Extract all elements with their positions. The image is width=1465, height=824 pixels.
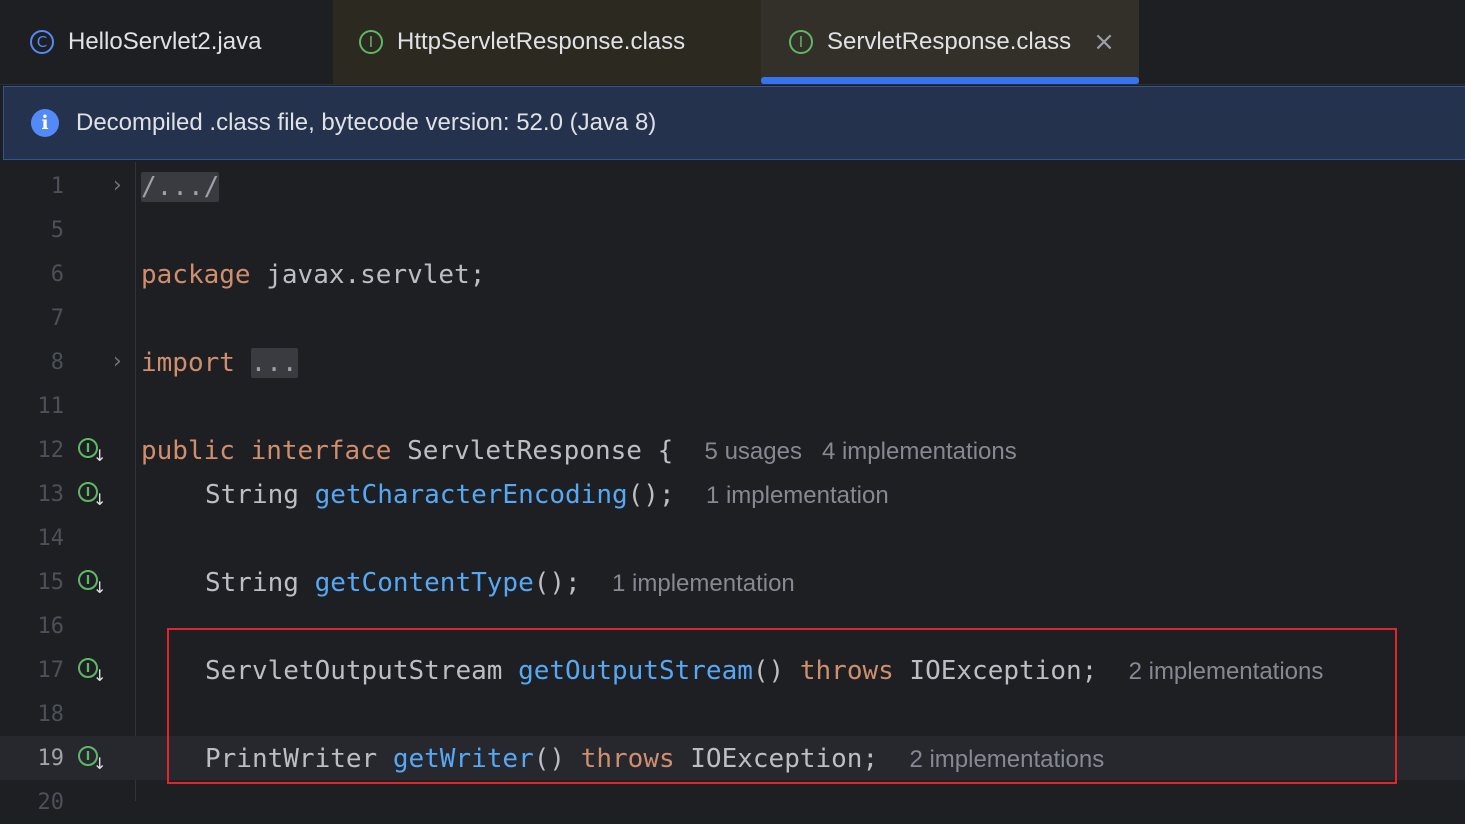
implementations-inlay-hint[interactable]: 1 implementation bbox=[612, 570, 795, 597]
line-number: 17 bbox=[37, 658, 65, 683]
line-number: 18 bbox=[37, 702, 65, 727]
code-line[interactable]: 5 bbox=[0, 208, 1465, 252]
active-tab-indicator bbox=[761, 77, 1139, 84]
editor-tab-bar: C HelloServlet2.java I HttpServletRespon… bbox=[0, 0, 1465, 85]
tab-label: HelloServlet2.java bbox=[68, 28, 262, 55]
code-line[interactable]: 11 bbox=[0, 384, 1465, 428]
keyword: public bbox=[141, 436, 235, 466]
line-number: 14 bbox=[37, 526, 65, 551]
type-name: String bbox=[205, 568, 315, 598]
interface-icon: I bbox=[359, 30, 383, 54]
close-tab-icon[interactable]: × bbox=[1093, 29, 1115, 55]
keyword: package bbox=[141, 260, 251, 290]
folded-region[interactable]: /.../ bbox=[141, 172, 220, 202]
line-number: 8 bbox=[50, 350, 64, 375]
code-line[interactable]: 13 I ↓ String getCharacterEncoding(); 1 i… bbox=[0, 472, 1465, 516]
folded-region[interactable]: ... bbox=[250, 348, 298, 378]
tab-label: HttpServletResponse.class bbox=[397, 28, 686, 55]
line-number: 11 bbox=[37, 394, 65, 419]
code-line[interactable]: 6 package javax.servlet; bbox=[0, 252, 1465, 296]
code-editor[interactable]: 1 › /.../ 5 6 package javax.servlet; 7 8… bbox=[0, 162, 1465, 815]
method-name: getContentType bbox=[314, 568, 534, 598]
implemented-method-gutter-icon[interactable]: I ↓ bbox=[78, 658, 106, 685]
implemented-method-gutter-icon[interactable]: I ↓ bbox=[78, 570, 106, 597]
tab-label: ServletResponse.class bbox=[827, 28, 1072, 55]
tab-helloservlet2-java[interactable]: C HelloServlet2.java bbox=[0, 0, 333, 84]
code-line[interactable]: 7 bbox=[0, 296, 1465, 340]
type-name: String bbox=[205, 480, 315, 510]
line-number: 5 bbox=[50, 218, 64, 243]
code-text: ServletResponse { bbox=[391, 436, 674, 466]
line-number: 1 bbox=[50, 174, 64, 199]
implemented-interface-gutter-icon[interactable]: I ↓ bbox=[78, 438, 106, 465]
code-line[interactable]: 14 bbox=[0, 516, 1465, 560]
keyword: interface bbox=[250, 436, 392, 466]
line-number: 12 bbox=[37, 438, 65, 463]
line-number: 15 bbox=[37, 570, 65, 595]
fold-chevron-icon[interactable]: › bbox=[113, 173, 122, 198]
tab-servletresponse-class[interactable]: I ServletResponse.class × bbox=[761, 0, 1139, 84]
tab-httpservletresponse-class[interactable]: I HttpServletResponse.class bbox=[333, 0, 761, 84]
banner-message: Decompiled .class file, bytecode version… bbox=[76, 109, 657, 136]
implemented-method-gutter-icon[interactable]: I ↓ bbox=[78, 746, 106, 773]
implementations-inlay-hint[interactable]: 1 implementation bbox=[706, 482, 889, 509]
class-icon: C bbox=[30, 30, 54, 54]
line-number: 6 bbox=[50, 262, 64, 287]
code-text: (); bbox=[533, 568, 581, 598]
usages-inlay-hint[interactable]: 5 usages 4 implementations bbox=[705, 438, 1017, 465]
decompiled-info-banner: i Decompiled .class file, bytecode versi… bbox=[3, 86, 1465, 160]
line-number: 7 bbox=[50, 306, 64, 331]
code-line[interactable]: 8 › import ... bbox=[0, 340, 1465, 384]
code-line[interactable]: 15 I ↓ String getContentType(); 1 impleme… bbox=[0, 560, 1465, 604]
line-number: 16 bbox=[37, 614, 65, 639]
fold-chevron-icon[interactable]: › bbox=[113, 349, 122, 374]
line-number: 13 bbox=[37, 482, 65, 507]
code-text: javax.servlet; bbox=[250, 260, 486, 290]
code-line[interactable]: 20 bbox=[0, 780, 1465, 824]
info-icon: i bbox=[31, 109, 59, 137]
keyword: import bbox=[141, 348, 235, 378]
line-number: 19 bbox=[37, 746, 65, 771]
line-number: 20 bbox=[37, 790, 65, 815]
method-name: getCharacterEncoding bbox=[314, 480, 628, 510]
implemented-method-gutter-icon[interactable]: I ↓ bbox=[78, 482, 106, 509]
red-highlight-annotation bbox=[167, 628, 1397, 784]
code-text: (); bbox=[627, 480, 675, 510]
code-line[interactable]: 12 I ↓ public interface ServletResponse {… bbox=[0, 428, 1465, 472]
code-line[interactable]: 1 › /.../ bbox=[0, 164, 1465, 208]
interface-icon: I bbox=[789, 30, 813, 54]
